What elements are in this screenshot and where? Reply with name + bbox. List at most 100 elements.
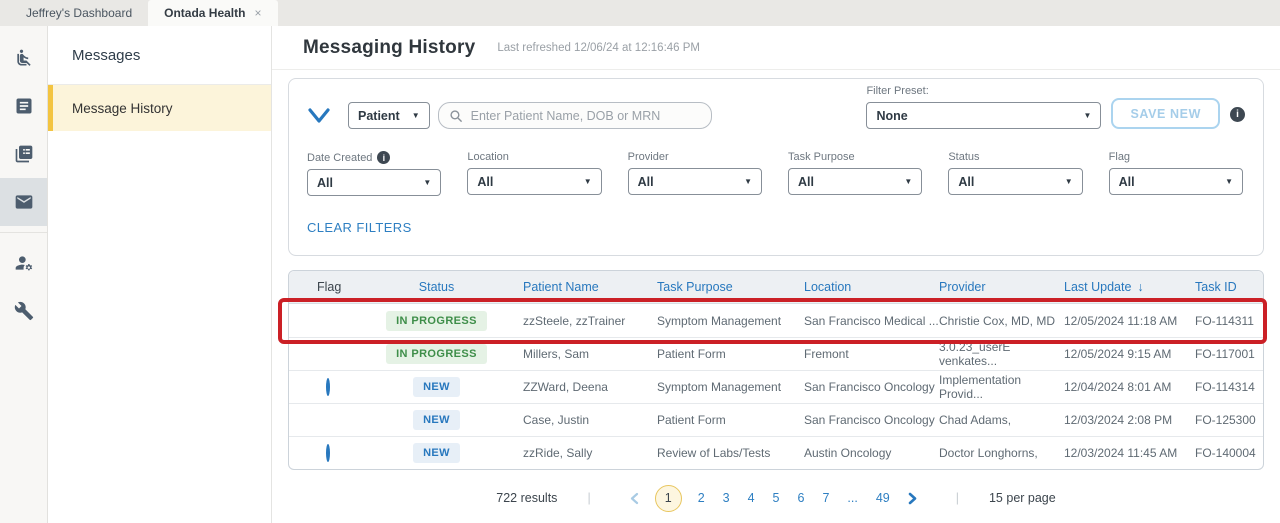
column-header-task-id[interactable]: Task ID	[1195, 280, 1263, 294]
task-purpose-select[interactable]: All ▼	[787, 168, 923, 195]
wrench-icon	[14, 301, 33, 321]
info-icon[interactable]: i	[377, 151, 391, 164]
tab-ontada-health[interactable]: Ontada Health ×	[148, 0, 278, 26]
results-count: 722 results	[496, 491, 558, 505]
filter-date-created: Date Created i All ▼	[307, 151, 442, 196]
forms-stack-icon	[15, 145, 32, 163]
nav-item-forms[interactable]	[0, 130, 47, 178]
status-cell: IN PROGRESS	[379, 344, 494, 364]
table-row[interactable]: IN PROGRESS Millers, Sam Patient Form Fr…	[289, 337, 1263, 370]
table-header-row: Flag Status Patient Name Task Purpose Lo…	[289, 271, 1263, 304]
last-update-cell: 12/04/2024 8:01 AM	[1064, 380, 1172, 394]
status-cell: NEW	[379, 443, 494, 463]
column-header-flag[interactable]: Flag	[317, 280, 379, 294]
caret-down-icon: ▼	[904, 177, 913, 186]
column-header-location[interactable]: Location	[804, 280, 939, 294]
location-select[interactable]: All ▼	[467, 168, 602, 195]
prev-page-icon[interactable]	[629, 492, 640, 505]
nav-item-documents[interactable]	[0, 82, 47, 130]
task-purpose-cell: Review of Labs/Tests	[657, 446, 771, 460]
task-purpose-cell: Patient Form	[657, 347, 726, 361]
location-cell: Austin Oncology	[804, 446, 892, 460]
last-refreshed-text: Last refreshed 12/06/24 at 12:16:46 PM	[497, 41, 701, 54]
column-header-status[interactable]: Status	[379, 280, 494, 294]
caret-down-icon: ▼	[1064, 177, 1073, 186]
close-icon[interactable]: ×	[254, 7, 261, 19]
filter-panel: Patient ▼ Filter Preset: None ▼	[288, 78, 1264, 256]
column-header-provider[interactable]: Provider	[939, 280, 1064, 294]
page-ellipsis: ...	[847, 491, 858, 505]
flag-circle-icon[interactable]	[326, 378, 330, 396]
provider-select[interactable]: All ▼	[627, 168, 762, 195]
filter-provider: Provider All ▼	[627, 151, 762, 196]
nav-item-patients[interactable]	[0, 34, 47, 82]
filter-label: Task Purpose	[787, 151, 855, 163]
page-button[interactable]: 2	[698, 491, 705, 505]
patient-search-input[interactable]	[470, 108, 701, 123]
page-button[interactable]: 7	[822, 491, 829, 505]
envelope-icon	[15, 195, 32, 209]
task-purpose-cell: Patient Form	[657, 413, 726, 427]
separator: |	[587, 491, 591, 505]
task-id-cell: FO-140004	[1195, 446, 1256, 460]
status-badge: NEW	[413, 410, 460, 430]
table-row[interactable]: IN PROGRESS zzSteele, zzTrainer Symptom …	[289, 304, 1263, 337]
column-header-task-purpose[interactable]: Task Purpose	[657, 280, 804, 294]
status-cell: NEW	[379, 410, 494, 430]
patient-cell: Millers, Sam	[523, 347, 590, 361]
save-new-button[interactable]: SAVE NEW	[1111, 98, 1220, 129]
filter-preset-select[interactable]: None ▼	[866, 102, 1102, 129]
page-button[interactable]: 49	[876, 491, 890, 505]
provider-cell: 3.0.23_userE venkates...	[939, 340, 1011, 368]
flag-cell	[317, 444, 379, 462]
patient-cell: zzSteele, zzTrainer	[523, 313, 626, 328]
pagination-bar: 722 results | 1 2 3 4 5 6 7 ... 49 | 15 …	[288, 483, 1264, 513]
date-created-select[interactable]: All ▼	[307, 169, 442, 196]
info-icon[interactable]: i	[1230, 107, 1245, 122]
next-page-icon[interactable]	[907, 492, 918, 505]
filter-label: Status	[948, 151, 980, 163]
table-row[interactable]: NEW ZZWard, Deena Symptom Management San…	[289, 370, 1263, 403]
separator: |	[955, 491, 959, 505]
page-button[interactable]: 4	[748, 491, 755, 505]
caret-down-icon: ▼	[411, 111, 420, 120]
search-category-select[interactable]: Patient ▼	[348, 102, 430, 129]
table-row[interactable]: NEW zzRide, Sally Review of Labs/Tests A…	[289, 436, 1263, 469]
column-header-last-update[interactable]: Last Update ↓	[1064, 280, 1195, 294]
caret-down-icon: ▼	[1225, 177, 1233, 186]
per-page-text: 15 per page	[988, 491, 1056, 505]
page-button[interactable]: 5	[773, 491, 780, 505]
browser-tab-bar: Jeffrey's Dashboard Ontada Health ×	[0, 0, 1280, 26]
column-header-patient-name[interactable]: Patient Name	[494, 280, 657, 294]
chevron-down-icon[interactable]	[307, 106, 331, 126]
search-category-value: Patient	[358, 108, 400, 123]
last-update-cell: 12/03/2024 2:08 PM	[1064, 413, 1173, 427]
sidebar-item-message-history[interactable]: Message History	[48, 85, 271, 131]
status-select[interactable]: All ▼	[948, 168, 1083, 195]
nav-item-user-settings[interactable]	[0, 239, 47, 287]
main-content: Messaging History Last refreshed 12/06/2…	[272, 26, 1280, 523]
page-button[interactable]: 6	[798, 491, 805, 505]
message-history-table: Flag Status Patient Name Task Purpose Lo…	[278, 270, 1267, 470]
patient-search-box[interactable]	[437, 102, 712, 129]
page-button[interactable]: 3	[723, 491, 730, 505]
patient-cell: zzRide, Sally	[523, 446, 593, 460]
tab-jeffreys-dashboard[interactable]: Jeffrey's Dashboard	[10, 0, 148, 26]
nav-item-messages[interactable]	[0, 178, 47, 226]
filter-row-search: Patient ▼ Filter Preset: None ▼	[307, 85, 1249, 129]
table-row[interactable]: NEW Case, Justin Patient Form San Franci…	[289, 403, 1263, 436]
flag-circle-icon[interactable]	[326, 444, 330, 462]
select-value: All	[797, 174, 814, 189]
filter-preset-value: None	[876, 108, 908, 123]
caret-down-icon: ▼	[583, 177, 592, 186]
flag-cell	[317, 378, 379, 396]
status-badge: IN PROGRESS	[386, 310, 487, 331]
flag-select[interactable]: All ▼	[1108, 168, 1243, 195]
sidebar-title: Messages	[48, 26, 271, 85]
page-button-current[interactable]: 1	[654, 484, 682, 512]
patient-cell: ZZWard, Deena	[523, 380, 608, 394]
location-cell: San Francisco Oncology	[804, 413, 935, 427]
nav-item-tools[interactable]	[0, 287, 47, 335]
filter-task-purpose: Task Purpose All ▼	[787, 151, 923, 196]
clear-filters-link[interactable]: CLEAR FILTERS	[307, 220, 412, 235]
